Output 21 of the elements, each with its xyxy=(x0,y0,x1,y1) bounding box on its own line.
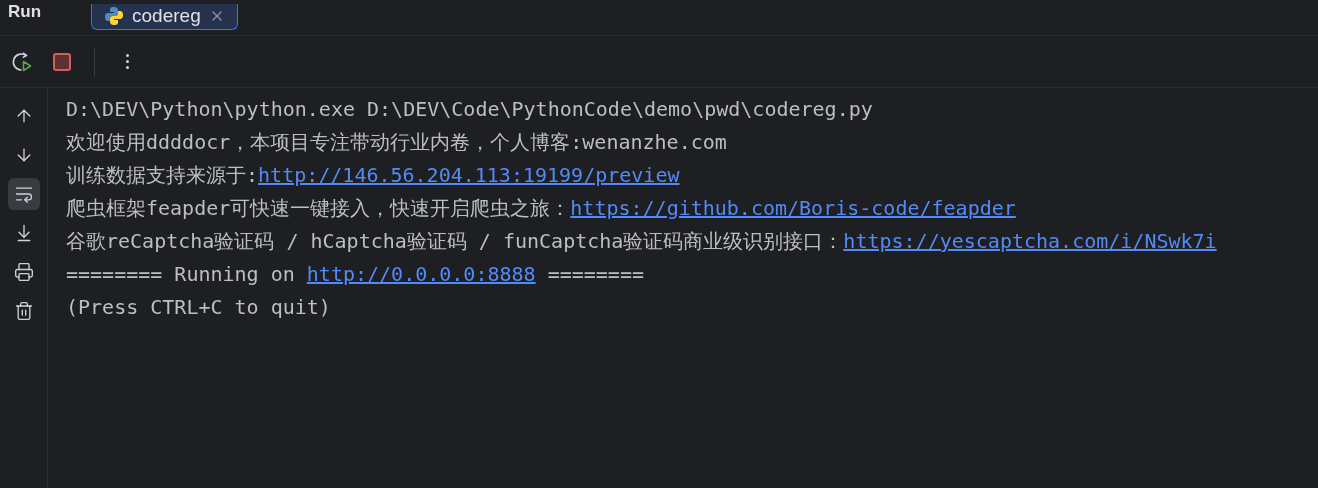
console-line: 欢迎使用ddddocr，本项目专注带动行业内卷，个人博客:wenanzhe.com xyxy=(66,129,728,156)
printer-icon xyxy=(13,262,34,282)
rerun-icon xyxy=(11,50,33,73)
console-line: (Press CTRL+C to quit) xyxy=(66,294,332,321)
console-link[interactable]: http://146.56.204.113:19199/preview xyxy=(258,163,680,187)
console-line: ======== Running on http://0.0.0.0:8888 ======== xyxy=(66,261,645,288)
console-link[interactable]: https://yescaptcha.com/i/NSwk7i xyxy=(843,229,1217,253)
console-line: D:\DEV\Python\python.exe D:\DEV\Code\PythonCode\demo\pwd\codereg.py xyxy=(66,96,874,123)
console-link[interactable]: https://github.com/Boris-code/feapder xyxy=(570,196,1016,220)
trash-icon xyxy=(13,301,34,321)
run-tab[interactable]: codereg xyxy=(91,3,238,30)
python-logo-icon xyxy=(104,6,125,26)
console-line: 谷歌reCaptcha验证码 / hCaptcha验证码 / funCaptcha验证码商业级识别接口：https://yescaptcha.com/i/NSwk7i xyxy=(66,228,1218,255)
more-icon xyxy=(125,54,129,69)
console-line: 训练数据支持来源于:http://146.56.204.113:19199/preview xyxy=(66,162,681,189)
console-line: 爬虫框架feapder可快速一键接入，快速开启爬虫之旅：https://github.com/Boris-code/feapder xyxy=(66,195,1017,222)
soft-wrap-button[interactable] xyxy=(7,178,40,210)
panel-title: Run xyxy=(8,0,42,23)
stop-icon xyxy=(53,52,71,71)
tab-label: codereg xyxy=(132,3,201,28)
console-link[interactable]: http://0.0.0.0:8888 xyxy=(306,262,536,286)
